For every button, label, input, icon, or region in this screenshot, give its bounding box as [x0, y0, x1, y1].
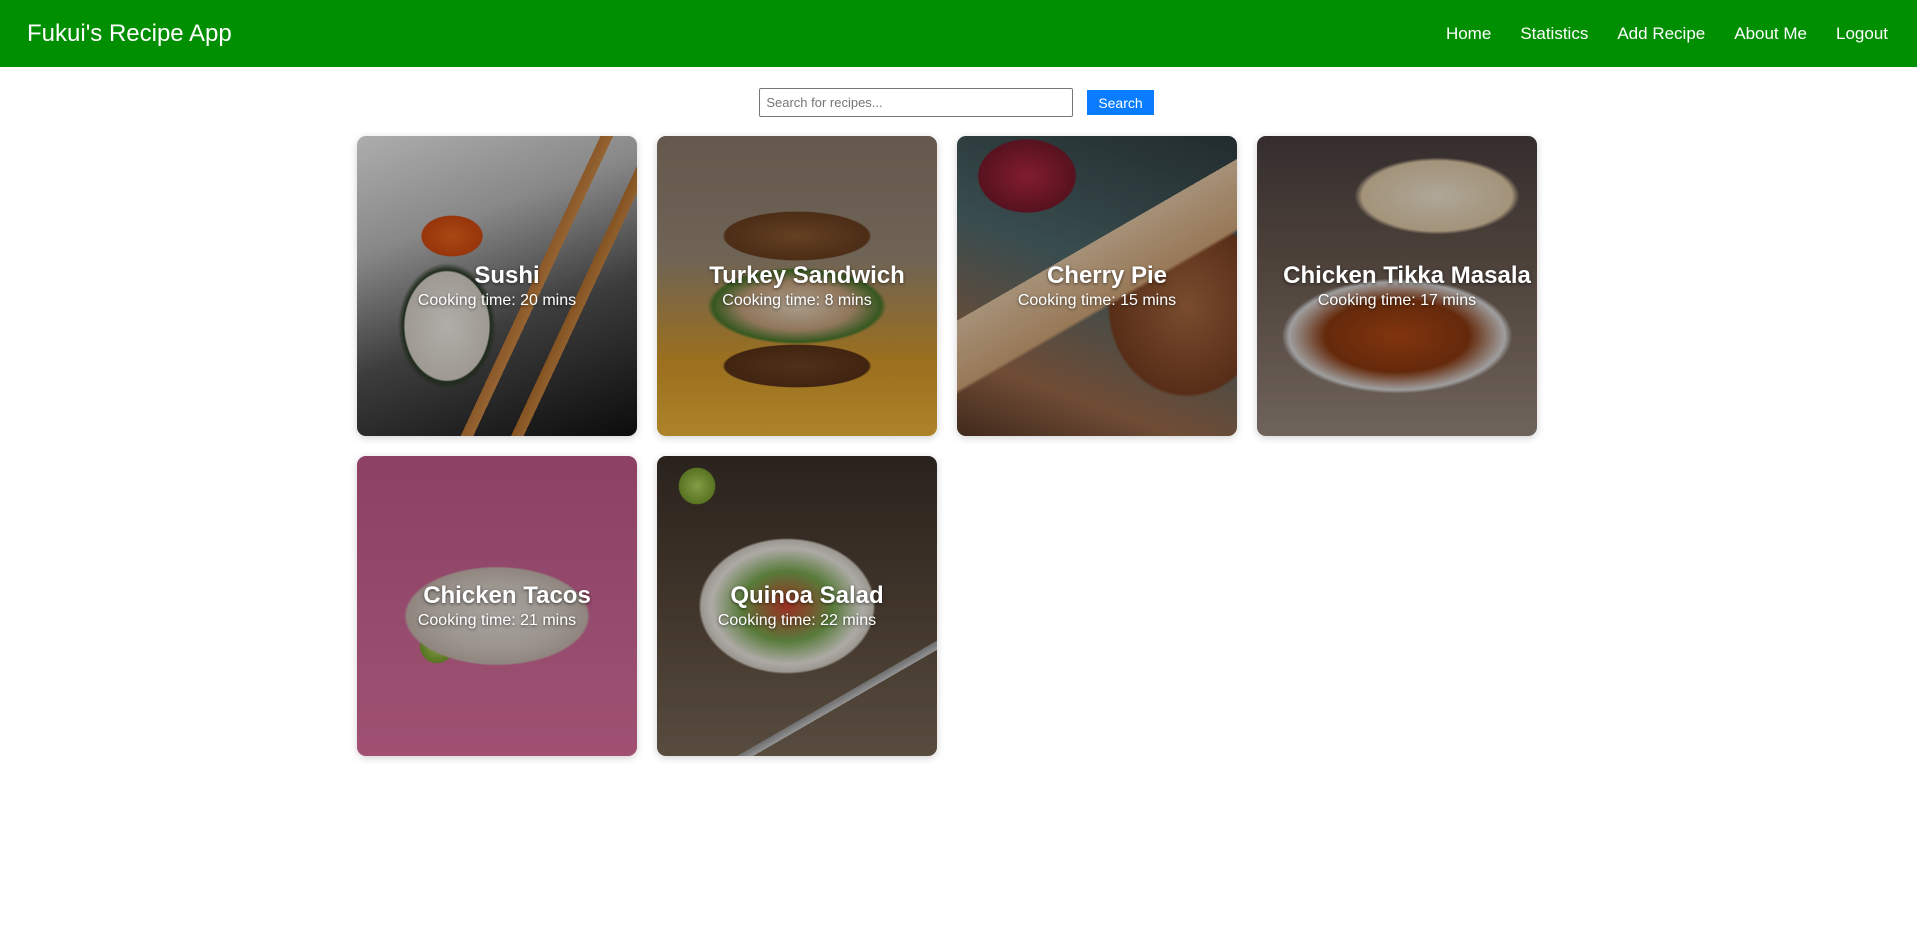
recipe-cooking-time: Cooking time: 15 mins: [1017, 292, 1177, 309]
card-text: Quinoa Salad Cooking time: 22 mins: [657, 582, 937, 630]
card-text: Turkey Sandwich Cooking time: 8 mins: [657, 262, 937, 310]
recipe-cooking-time: Cooking time: 8 mins: [722, 292, 872, 309]
nav-links: Home Statistics Add Recipe About Me Logo…: [1446, 24, 1888, 44]
top-navbar: Fukui's Recipe App Home Statistics Add R…: [0, 0, 1917, 67]
search-bar: Search: [0, 88, 1917, 117]
recipe-cooking-time: Cooking time: 21 mins: [417, 612, 577, 629]
card-text: Sushi Cooking time: 20 mins: [357, 262, 637, 310]
nav-logout-link[interactable]: Logout: [1836, 24, 1888, 44]
recipe-card-sushi[interactable]: Sushi Cooking time: 20 mins: [357, 136, 637, 436]
recipe-grid: Sushi Cooking time: 20 mins Turkey Sandw…: [357, 136, 1537, 756]
recipe-card-chicken-tacos[interactable]: Chicken Tacos Cooking time: 21 mins: [357, 456, 637, 756]
recipe-title: Turkey Sandwich: [709, 262, 905, 289]
recipe-cooking-time: Cooking time: 22 mins: [717, 612, 877, 629]
app-brand[interactable]: Fukui's Recipe App: [27, 20, 232, 48]
card-text: Cherry Pie Cooking time: 15 mins: [957, 262, 1237, 310]
nav-home-link[interactable]: Home: [1446, 24, 1491, 44]
recipe-title: Sushi: [474, 262, 540, 289]
recipe-cooking-time: Cooking time: 20 mins: [417, 292, 577, 309]
recipe-title: Chicken Tacos: [423, 582, 591, 609]
search-button[interactable]: Search: [1087, 90, 1154, 115]
recipe-card-turkey-sandwich[interactable]: Turkey Sandwich Cooking time: 8 mins: [657, 136, 937, 436]
recipe-card-quinoa-salad[interactable]: Quinoa Salad Cooking time: 22 mins: [657, 456, 937, 756]
recipe-title: Quinoa Salad: [730, 582, 884, 609]
card-text: Chicken Tacos Cooking time: 21 mins: [357, 582, 637, 630]
card-text: Chicken Tikka Masala Cooking time: 17 mi…: [1257, 262, 1537, 310]
recipe-title: Cherry Pie: [1046, 262, 1168, 289]
nav-statistics-link[interactable]: Statistics: [1520, 24, 1588, 44]
recipe-cooking-time: Cooking time: 17 mins: [1317, 292, 1477, 309]
nav-about-me-link[interactable]: About Me: [1734, 24, 1807, 44]
search-input[interactable]: [759, 88, 1074, 117]
recipe-card-cherry-pie[interactable]: Cherry Pie Cooking time: 15 mins: [957, 136, 1237, 436]
nav-add-recipe-link[interactable]: Add Recipe: [1617, 24, 1705, 44]
recipe-title: Chicken Tikka Masala: [1283, 262, 1531, 289]
recipe-card-chicken-tikka-masala[interactable]: Chicken Tikka Masala Cooking time: 17 mi…: [1257, 136, 1537, 436]
